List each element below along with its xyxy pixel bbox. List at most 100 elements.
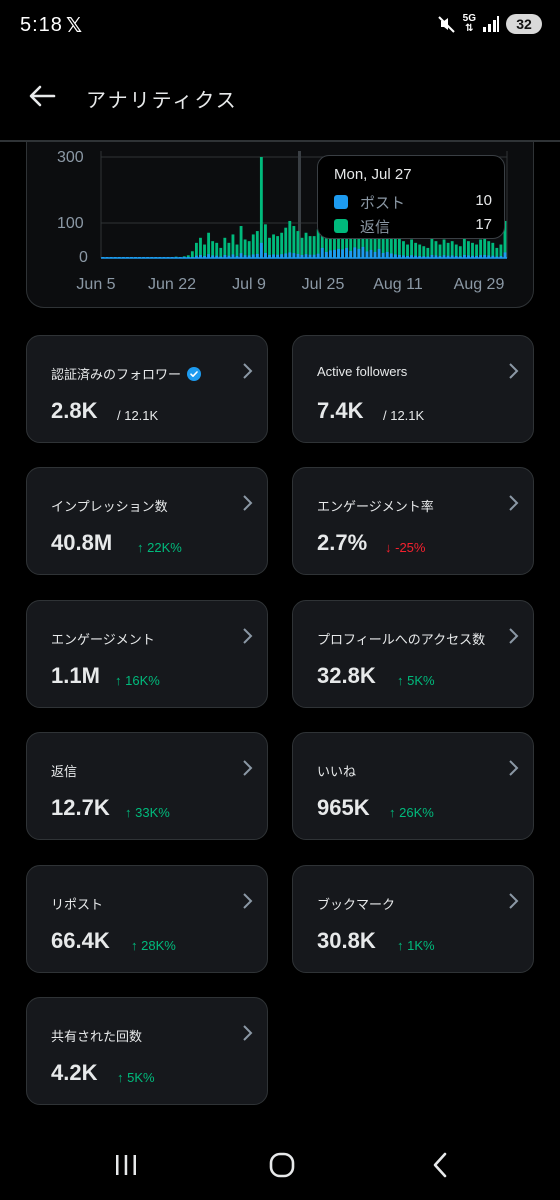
bar-replies (414, 242, 418, 258)
posts-swatch (334, 195, 348, 209)
metric-card-replies[interactable]: 返信 12.7K ↑ 33K% (26, 732, 268, 840)
metric-value: 965K (317, 795, 370, 820)
back-nav-button[interactable] (420, 1148, 460, 1182)
metric-label: リポスト (51, 897, 104, 912)
bar-posts (324, 251, 328, 258)
chevron-right-icon (243, 495, 253, 511)
metric-label: 返信 (51, 764, 78, 779)
metric-card-shares[interactable]: 共有された回数 4.2K ↑ 5K% (26, 997, 268, 1105)
chevron-right-icon (243, 760, 253, 776)
x-tick-jun5: Jun 5 (76, 276, 116, 293)
bar-replies (227, 242, 231, 258)
chevron-right-icon (509, 760, 519, 776)
home-button[interactable] (262, 1148, 302, 1182)
bar-replies (475, 244, 478, 258)
metric-label-wrap: 認証済みのフォロワー (51, 364, 202, 383)
metric-label: エンゲージメント (51, 632, 155, 647)
tooltip-row-posts: ポスト 10 (334, 192, 492, 212)
bar-replies (491, 242, 495, 258)
metric-value: 66.4K (51, 928, 110, 953)
bar-posts (341, 249, 344, 258)
chart-tooltip: Mon, Jul 27 ポスト 10 返信 17 (317, 155, 505, 239)
metric-card-engagement-rate[interactable]: エンゲージメント率 2.7% ↓ -25% (292, 467, 534, 575)
bar-posts (333, 249, 336, 258)
bar-posts (320, 247, 324, 258)
metric-change: ↓ -25% (385, 540, 426, 555)
back-button[interactable] (24, 78, 60, 114)
metric-value: 32.8K (317, 663, 376, 688)
bar-posts (337, 248, 340, 258)
chevron-right-icon (509, 628, 519, 644)
signal-icon (483, 16, 499, 32)
metric-label: インプレッション数 (51, 499, 168, 514)
metric-change: ↑ 33K% (125, 805, 170, 820)
bar-posts (264, 252, 267, 258)
chart-viewport: 300 100 0 Jun 5 Jun 22 Jul 9 Jul 25 Aug … (0, 142, 560, 312)
x-tick-jul9: Jul 9 (232, 276, 266, 293)
chevron-right-icon (243, 1025, 253, 1041)
bar-posts (369, 249, 373, 258)
bar-posts (357, 248, 361, 258)
chevron-right-icon (243, 628, 253, 644)
bar-replies (438, 244, 442, 258)
bar-replies (231, 234, 235, 258)
metric-value: 2.7% (317, 530, 368, 555)
metric-card-impressions[interactable]: インプレッション数 40.8M ↑ 22K% (26, 467, 268, 575)
metric-card-engagements[interactable]: エンゲージメント 1.1M ↑ 16K% (26, 600, 268, 708)
bar-replies (276, 236, 280, 258)
metric-value: 7.4K (317, 398, 364, 423)
bar-posts (345, 247, 349, 258)
status-time: 5:18 (20, 14, 63, 36)
bar-replies (471, 242, 474, 258)
bar-replies (272, 234, 275, 258)
metric-card-bookmarks[interactable]: ブックマーク 30.8K ↑ 1K% (292, 865, 534, 973)
page-title: アナリティクス (86, 90, 238, 112)
bar-replies (312, 236, 316, 258)
bar-replies (499, 244, 503, 258)
metric-label: いいね (317, 764, 357, 779)
bar-replies (454, 244, 458, 258)
metric-value: 2.8K (51, 398, 98, 423)
metric-value: 30.8K (317, 928, 376, 953)
metric-change: ↑ 5K% (117, 1070, 155, 1085)
metric-card-likes[interactable]: いいね 965K ↑ 26K% (292, 732, 534, 840)
bar-posts (503, 252, 507, 258)
tooltip-replies-label: 返信 (360, 219, 391, 236)
metric-change: ↑ 26K% (389, 805, 434, 820)
metric-card-verified-followers[interactable]: 認証済みのフォロワー 2.8K / 12.1K (26, 335, 268, 443)
recent-apps-icon (116, 1155, 136, 1175)
tooltip-posts-value: 10 (475, 192, 492, 209)
replies-swatch (334, 219, 348, 233)
bar-posts (259, 242, 263, 258)
app-header: アナリティクス (0, 56, 560, 142)
metric-change: ↑ 22K% (137, 540, 182, 555)
status-bar: 5:18 𝕏 5G ⇅ 32 (0, 0, 560, 56)
metric-label: 共有された回数 (51, 1029, 143, 1044)
bar-posts (385, 251, 389, 258)
metric-label: エンゲージメント率 (317, 499, 434, 514)
tooltip-replies-value: 17 (475, 216, 492, 233)
x-tick-aug29: Aug 29 (453, 276, 505, 293)
recent-apps-button[interactable] (106, 1148, 146, 1182)
tooltip-date: Mon, Jul 27 (334, 166, 412, 183)
metric-label: ブックマーク (317, 897, 396, 912)
bar-replies (406, 244, 409, 258)
x-tick-jun22: Jun 22 (147, 276, 197, 293)
bar-posts (361, 246, 365, 258)
arrow-left-icon (29, 85, 56, 107)
home-icon (269, 1152, 295, 1178)
metric-change: ↑ 16K% (115, 673, 160, 688)
metric-card-profile-visits[interactable]: プロフィールへのアクセス数 32.8K ↑ 5K% (292, 600, 534, 708)
chevron-right-icon (509, 363, 519, 379)
metric-label: 認証済みのフォロワー (51, 367, 182, 382)
metric-card-reposts[interactable]: リポスト 66.4K ↑ 28K% (26, 865, 268, 973)
activity-chart-card[interactable]: 300 100 0 Jun 5 Jun 22 Jul 9 Jul 25 Aug … (26, 142, 534, 308)
bar-replies (251, 234, 255, 258)
mute-icon (437, 16, 455, 33)
bar-posts (328, 250, 332, 258)
bar-replies (203, 244, 206, 258)
metric-card-active-followers[interactable]: Active followers 7.4K / 12.1K (292, 335, 534, 443)
x-app-icon: 𝕏 (66, 15, 83, 37)
metric-total: / 12.1K (383, 408, 425, 423)
bar-replies (264, 224, 267, 258)
